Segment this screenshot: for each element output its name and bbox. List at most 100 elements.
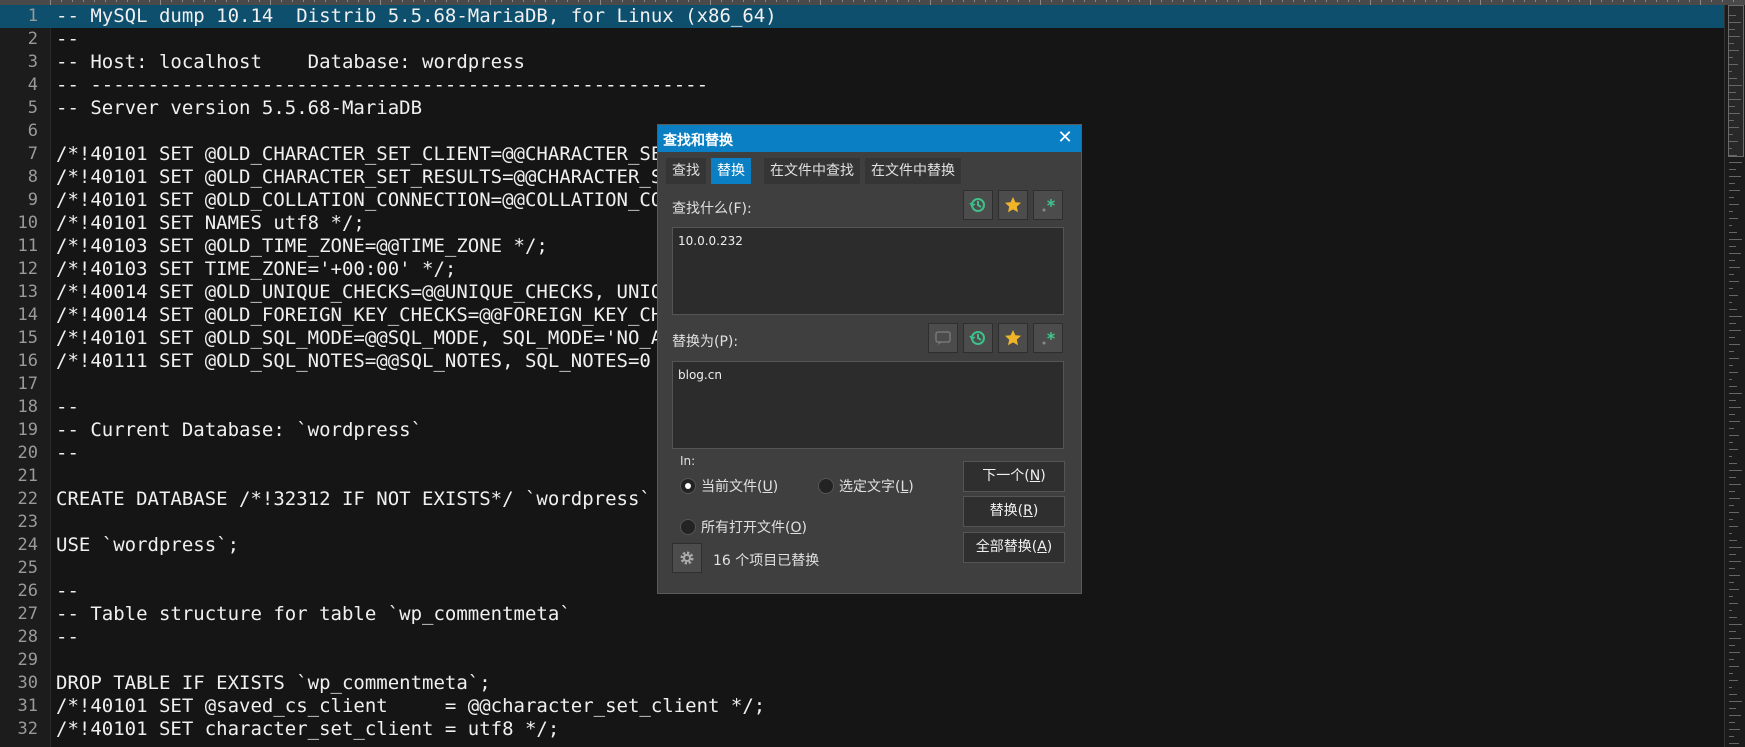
- code-text: /*!40101 SET NAMES utf8 */;: [56, 212, 365, 234]
- line-number: 17: [17, 374, 38, 394]
- line-number: 19: [17, 420, 38, 440]
- replace-expression-button[interactable]: [928, 323, 958, 353]
- code-text: -- Current Database: `wordpress`: [56, 419, 423, 441]
- replace-with-label: 替换为(P):: [672, 334, 739, 350]
- editor-line[interactable]: 28 --: [0, 626, 1725, 649]
- line-number: 25: [17, 558, 38, 578]
- code-text: /*!40103 SET TIME_ZONE='+00:00' */;: [56, 258, 457, 280]
- star-icon: [1005, 197, 1021, 213]
- code-text: /*!40101 SET @saved_cs_client = @@charac…: [56, 695, 766, 717]
- tab-find-in-files[interactable]: 在文件中查找: [764, 158, 860, 184]
- find-next-button[interactable]: 下一个(N): [963, 461, 1065, 492]
- code-text: --: [56, 28, 79, 50]
- line-number: 2: [27, 29, 38, 49]
- line-number: 6: [27, 121, 38, 141]
- code-text: --: [56, 442, 79, 464]
- code-text: DROP TABLE IF EXISTS `wp_commentmeta`;: [56, 672, 491, 694]
- replace-all-button[interactable]: 全部替换(A): [963, 532, 1065, 563]
- replace-history-button[interactable]: [963, 323, 993, 353]
- code-text: /*!40111 SET @OLD_SQL_NOTES=@@SQL_NOTES,…: [56, 350, 686, 372]
- code-text: /*!40101 SET character_set_client = utf8…: [56, 718, 560, 740]
- scope-all-open-files-radio[interactable]: [680, 519, 696, 535]
- code-text: /*!40014 SET @OLD_FOREIGN_KEY_CHECKS=@@F…: [56, 304, 686, 326]
- line-number: 4: [27, 75, 38, 95]
- line-number: 10: [17, 213, 38, 233]
- line-number: 26: [17, 581, 38, 601]
- find-history-button[interactable]: [963, 190, 993, 220]
- line-number: 31: [17, 696, 38, 716]
- line-number: 28: [17, 627, 38, 647]
- code-text: -- MySQL dump 10.14 Distrib 5.5.68-Maria…: [56, 5, 777, 27]
- line-number: 30: [17, 673, 38, 693]
- code-text: -- -------------------------------------…: [56, 74, 709, 96]
- editor-line[interactable]: 30 DROP TABLE IF EXISTS `wp_commentmeta`;: [0, 672, 1725, 695]
- replace-favorite-button[interactable]: [998, 323, 1028, 353]
- editor-line[interactable]: 3 -- Host: localhost Database: wordpress: [0, 51, 1725, 74]
- scope-selection-label[interactable]: 选定文字(L): [839, 476, 914, 496]
- line-number: 23: [17, 512, 38, 532]
- find-favorite-button[interactable]: [998, 190, 1028, 220]
- line-number: 32: [17, 719, 38, 739]
- find-replace-dialog: 查找和替换 ✕ 查找 替换 在文件中查找 在文件中替换 查找什么(F): 10.…: [657, 124, 1082, 594]
- line-number: 20: [17, 443, 38, 463]
- minimap[interactable]: [1724, 5, 1745, 747]
- code-text: -- Server version 5.5.68-MariaDB: [56, 97, 423, 119]
- scope-current-file-label[interactable]: 当前文件(U): [701, 476, 778, 496]
- tab-replace[interactable]: 替换: [711, 158, 751, 184]
- message-icon: [935, 331, 951, 345]
- scope-current-file-radio[interactable]: [680, 478, 696, 494]
- line-number: 5: [27, 98, 38, 118]
- line-number: 14: [17, 305, 38, 325]
- replace-button[interactable]: 替换(R): [963, 496, 1065, 527]
- line-number: 13: [17, 282, 38, 302]
- code-text: --: [56, 396, 79, 418]
- tab-find[interactable]: 查找: [666, 158, 706, 184]
- line-number: 11: [17, 236, 38, 256]
- editor-line[interactable]: 4 -- ------------------------------------…: [0, 74, 1725, 97]
- line-number: 29: [17, 650, 38, 670]
- dialog-titlebar[interactable]: 查找和替换 ✕: [658, 125, 1081, 152]
- close-icon[interactable]: ✕: [1055, 128, 1075, 148]
- regex-icon: [1042, 199, 1055, 212]
- line-number: 1: [27, 6, 38, 26]
- line-number: 9: [27, 190, 38, 210]
- editor-line[interactable]: 5 -- Server version 5.5.68-MariaDB: [0, 97, 1725, 120]
- find-regex-button[interactable]: [1033, 190, 1063, 220]
- line-number: 24: [17, 535, 38, 555]
- regex-icon: [1042, 332, 1055, 345]
- find-what-input[interactable]: 10.0.0.232: [672, 227, 1064, 315]
- editor-line[interactable]: 1 -- MySQL dump 10.14 Distrib 5.5.68-Mari…: [0, 5, 1725, 28]
- editor-line[interactable]: 2 --: [0, 28, 1725, 51]
- code-text: USE `wordpress`;: [56, 534, 240, 556]
- dialog-title: 查找和替换: [663, 133, 733, 149]
- line-number: 27: [17, 604, 38, 624]
- line-number: 12: [17, 259, 38, 279]
- line-number: 8: [27, 167, 38, 187]
- editor-line[interactable]: 31 /*!40101 SET @saved_cs_client = @@char…: [0, 695, 1725, 718]
- code-text: /*!40101 SET @OLD_CHARACTER_SET_CLIENT=@…: [56, 143, 686, 165]
- replace-with-input[interactable]: blog.cn: [672, 361, 1064, 449]
- code-text: /*!40101 SET @OLD_CHARACTER_SET_RESULTS=…: [56, 166, 686, 188]
- scope-all-open-files-label[interactable]: 所有打开文件(O): [701, 517, 807, 537]
- code-text: /*!40101 SET @OLD_COLLATION_CONNECTION=@…: [56, 189, 686, 211]
- options-button[interactable]: [672, 543, 702, 573]
- editor-line[interactable]: 29: [0, 649, 1725, 672]
- tab-replace-in-files[interactable]: 在文件中替换: [865, 158, 961, 184]
- scope-selection-radio[interactable]: [818, 478, 834, 494]
- gear-icon: [680, 551, 694, 565]
- code-text: -- Host: localhost Database: wordpress: [56, 51, 525, 73]
- code-text: /*!40014 SET @OLD_UNIQUE_CHECKS=@@UNIQUE…: [56, 281, 686, 303]
- code-text: /*!40103 SET @OLD_TIME_ZONE=@@TIME_ZONE …: [56, 235, 548, 257]
- line-number: 3: [27, 52, 38, 72]
- status-message: 16 个项目已替换: [713, 553, 820, 569]
- editor-line[interactable]: 32 /*!40101 SET character_set_client = ut…: [0, 718, 1725, 741]
- code-text: /*!40101 SET @OLD_SQL_MODE=@@SQL_MODE, S…: [56, 327, 686, 349]
- replace-regex-button[interactable]: [1033, 323, 1063, 353]
- star-icon: [1005, 330, 1021, 346]
- code-text: --: [56, 580, 79, 602]
- editor-line[interactable]: 27 -- Table structure for table `wp_comme…: [0, 603, 1725, 626]
- find-what-label: 查找什么(F):: [672, 201, 752, 217]
- line-number: 21: [17, 466, 38, 486]
- line-number: 15: [17, 328, 38, 348]
- history-icon: [969, 331, 985, 345]
